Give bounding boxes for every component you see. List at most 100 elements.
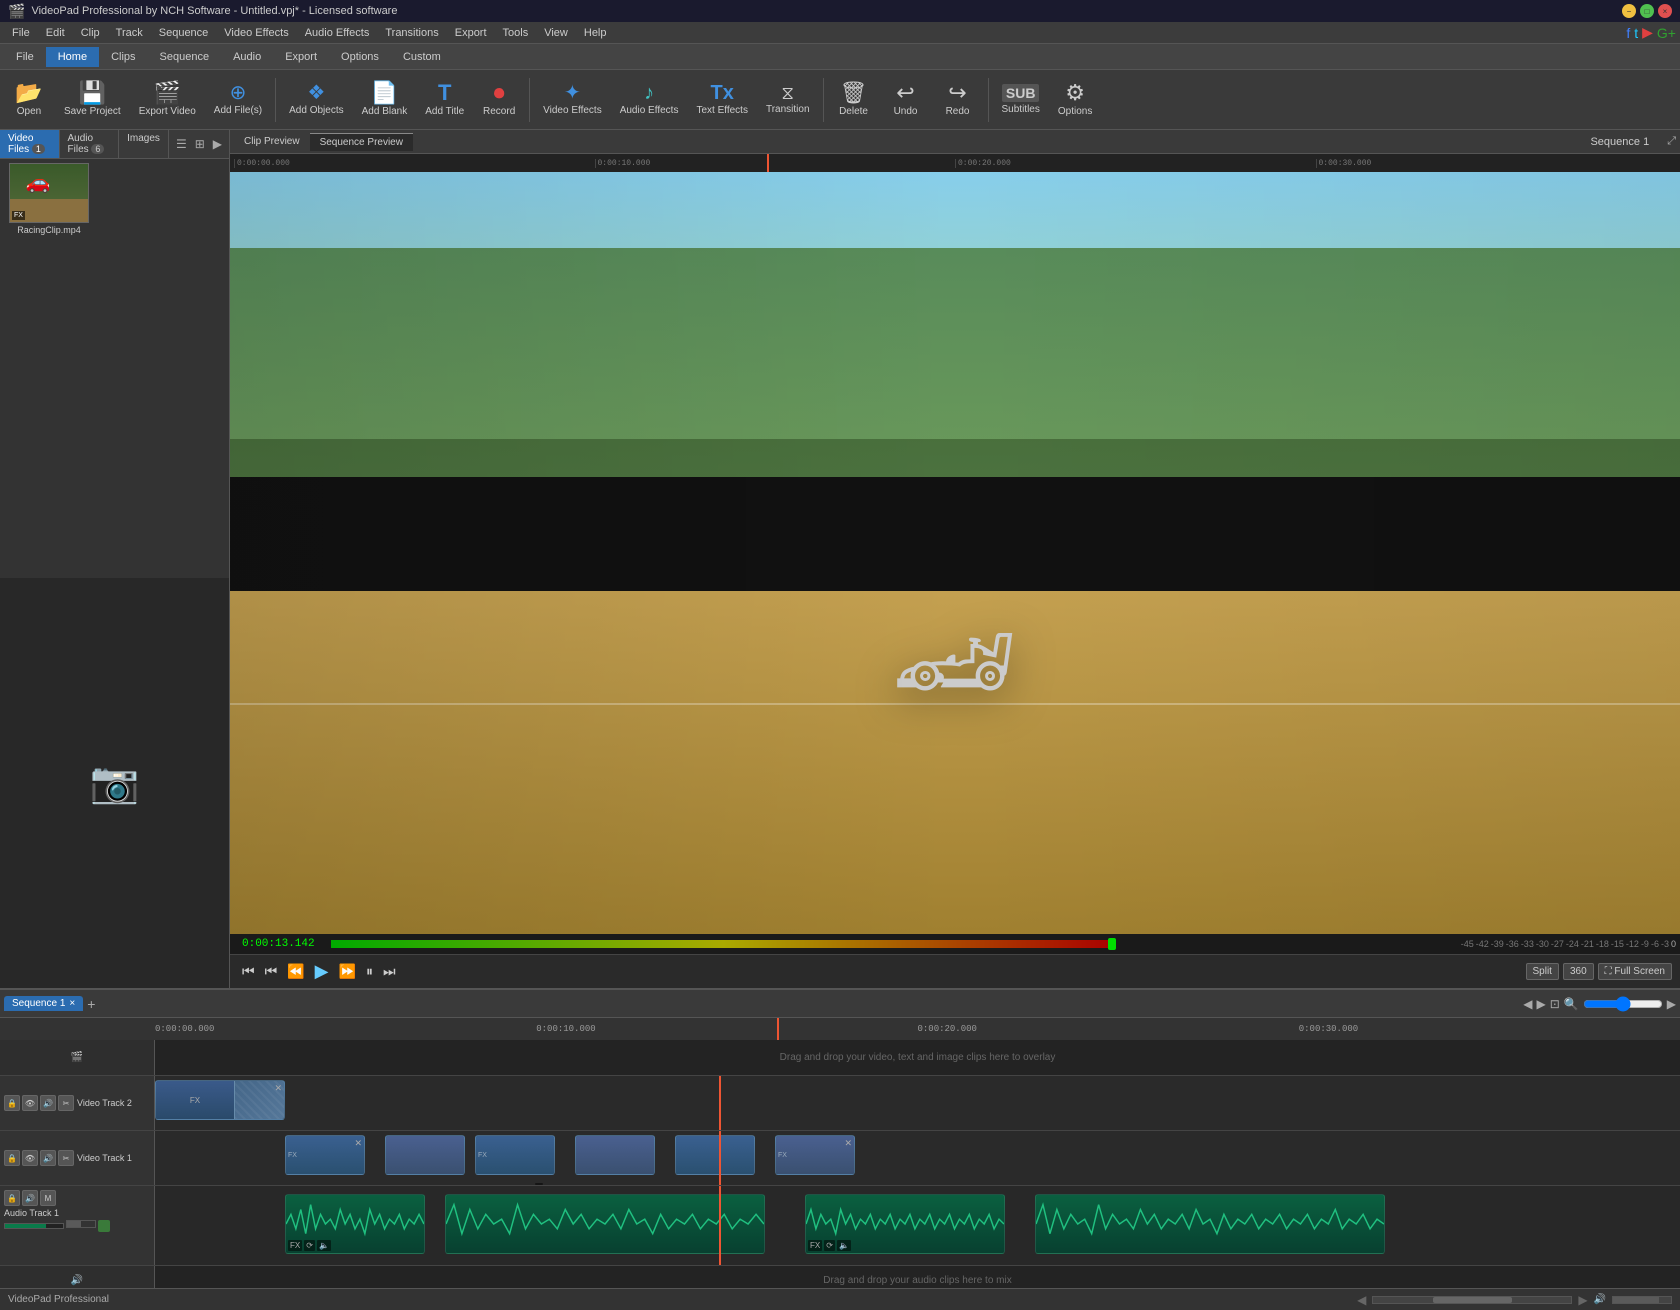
media-tab-images[interactable]: Images	[119, 130, 169, 158]
close-button[interactable]: ×	[1658, 4, 1672, 18]
video-clip-vt1-5[interactable]	[675, 1135, 755, 1175]
timeline-scroll-right[interactable]: ▶	[1667, 997, 1676, 1011]
minimize-button[interactable]: −	[1622, 4, 1636, 18]
media-tab-audio[interactable]: Audio Files 6	[60, 130, 120, 158]
menu-view[interactable]: View	[536, 25, 576, 41]
menu-audio-effects[interactable]: Audio Effects	[297, 25, 378, 41]
menu-edit[interactable]: Edit	[38, 25, 73, 41]
track-2-btn-2[interactable]: 👁	[22, 1095, 38, 1111]
nav-tab-file[interactable]: File	[4, 47, 46, 67]
track-2-btn-4[interactable]: ✂	[58, 1095, 74, 1111]
media-view-icon-2[interactable]: ⊞	[192, 136, 208, 152]
nav-tab-custom[interactable]: Custom	[391, 47, 453, 67]
overlay-drop-zone[interactable]: Drag and drop your video, text and image…	[155, 1040, 1680, 1075]
menu-video-effects[interactable]: Video Effects	[216, 25, 296, 41]
audio-track-btn-1[interactable]: 🔒	[4, 1190, 20, 1206]
audio-track-btn-2[interactable]: 🔊	[22, 1190, 38, 1206]
transition-button[interactable]: ⧖ Transition	[758, 73, 818, 127]
status-scroll-right[interactable]: ▶	[1578, 1293, 1587, 1307]
undo-button[interactable]: ↩ Undo	[881, 73, 931, 127]
audio-track-1-content[interactable]: FX ⟳ 🔈 FX ⟳	[155, 1186, 1680, 1265]
maximize-button[interactable]: □	[1640, 4, 1654, 18]
sequence-tab[interactable]: Sequence 1 ×	[4, 996, 83, 1011]
fullscreen-button[interactable]: ⛶ Full Screen	[1598, 963, 1672, 980]
timeline-zoom-slider[interactable]	[1583, 996, 1663, 1012]
slow-back-button[interactable]: ⏪	[283, 961, 308, 982]
audio-clip-2[interactable]	[445, 1194, 765, 1254]
nav-tab-sequence[interactable]: Sequence	[148, 47, 222, 67]
video-preview[interactable]: 🏎	[230, 172, 1680, 934]
clip-close-icon-1[interactable]: ✕	[274, 1083, 282, 1094]
audio-effects-button[interactable]: ♪ Audio Effects	[612, 73, 687, 127]
sequence-preview-tab[interactable]: Sequence Preview	[310, 133, 413, 151]
step-forward-button[interactable]: ⏸	[362, 961, 377, 982]
video-clip-track2-1[interactable]: FX ✕	[155, 1080, 285, 1120]
video-clip-vt1-6[interactable]: FX ✕	[775, 1135, 855, 1175]
nav-tab-home[interactable]: Home	[46, 47, 99, 67]
audio-clip-3[interactable]: FX ⟳ 🔈	[805, 1194, 1005, 1254]
media-thumb-racing[interactable]: 🚗 FX	[9, 163, 89, 223]
menu-export[interactable]: Export	[447, 25, 495, 41]
menu-track[interactable]: Track	[108, 25, 151, 41]
video-clip-vt1-3[interactable]: FX	[475, 1135, 555, 1175]
sequence-tab-close[interactable]: ×	[69, 998, 75, 1009]
timeline-zoom-in[interactable]: 🔍	[1564, 997, 1579, 1011]
go-to-start-button[interactable]: ⏮	[238, 961, 259, 982]
slow-forward-button[interactable]: ⏩	[335, 961, 360, 982]
track-1-btn-1[interactable]: 🔒	[4, 1150, 20, 1166]
record-button[interactable]: ⏺ Record	[474, 73, 524, 127]
track-2-btn-3[interactable]: 🔊	[40, 1095, 56, 1111]
open-button[interactable]: 📂 Open	[4, 73, 54, 127]
audio-drop-zone[interactable]: Drag and drop your audio clips here to m…	[155, 1266, 1680, 1288]
split-button[interactable]: Split	[1526, 963, 1559, 980]
add-objects-button[interactable]: ❖ Add Objects	[281, 73, 351, 127]
media-item-racing[interactable]: 🚗 FX RacingClip.mp4	[4, 163, 94, 235]
add-title-button[interactable]: T Add Title	[417, 73, 472, 127]
timeline-ruler[interactable]: 0:00:00.000 0:00:10.000 0:00:20.000 0:00…	[0, 1018, 1680, 1040]
timeline-tool-right[interactable]: ▶	[1537, 997, 1546, 1011]
track-2-btn-1[interactable]: 🔒	[4, 1095, 20, 1111]
video-clip-vt1-2[interactable]	[385, 1135, 465, 1175]
options-button[interactable]: ⚙ Options	[1050, 73, 1100, 127]
play-button[interactable]: ▶	[311, 959, 333, 984]
menu-help[interactable]: Help	[576, 25, 615, 41]
status-scroll-bar[interactable]	[1372, 1296, 1572, 1304]
audio-volume-slider[interactable]	[4, 1223, 64, 1229]
clip-preview-tab[interactable]: Clip Preview	[234, 133, 310, 150]
nav-tab-export[interactable]: Export	[273, 47, 329, 67]
export-video-button[interactable]: 🎬 Export Video	[131, 73, 204, 127]
preview-expand-icon[interactable]: ⤢	[1667, 135, 1676, 148]
nav-tab-audio[interactable]: Audio	[221, 47, 273, 67]
nav-tab-options[interactable]: Options	[329, 47, 391, 67]
status-scroll-left[interactable]: ◀	[1357, 1293, 1366, 1307]
timeline-zoom-fit[interactable]: ⊡	[1550, 997, 1560, 1011]
media-forward-icon[interactable]: ▶	[210, 136, 225, 152]
add-sequence-button[interactable]: +	[87, 996, 95, 1012]
clip-close-vt1-1[interactable]: ✕	[354, 1138, 362, 1149]
menu-clip[interactable]: Clip	[73, 25, 108, 41]
menu-tools[interactable]: Tools	[495, 25, 537, 41]
nav-tab-clips[interactable]: Clips	[99, 47, 147, 67]
video-clip-vt1-4[interactable]	[575, 1135, 655, 1175]
360-button[interactable]: 360	[1563, 963, 1594, 980]
video-track-1-content[interactable]: FX ✕ FX	[155, 1131, 1680, 1185]
audio-clip-4[interactable]	[1035, 1194, 1385, 1254]
audio-balance-slider[interactable]	[66, 1220, 96, 1228]
add-blank-button[interactable]: 📄 Add Blank	[354, 73, 416, 127]
media-view-icon-1[interactable]: ☰	[173, 136, 190, 152]
timeline-tool-left[interactable]: ◀	[1523, 997, 1532, 1011]
add-files-button[interactable]: ⊕ Add File(s)	[206, 73, 270, 127]
media-tab-video[interactable]: Video Files 1	[0, 130, 60, 158]
menu-sequence[interactable]: Sequence	[151, 25, 217, 41]
audio-gain-indicator[interactable]	[98, 1220, 110, 1232]
video-track-2-content[interactable]: FX ✕	[155, 1076, 1680, 1130]
subtitles-button[interactable]: SUB Subtitles	[994, 73, 1048, 127]
menu-transitions[interactable]: Transitions	[377, 25, 446, 41]
go-to-end-button[interactable]: ⏭	[379, 961, 400, 982]
track-1-btn-3[interactable]: 🔊	[40, 1150, 56, 1166]
clip-close-vt1-6[interactable]: ✕	[844, 1138, 852, 1149]
audio-clip-1[interactable]: FX ⟳ 🔈	[285, 1194, 425, 1254]
save-project-button[interactable]: 💾 Save Project	[56, 73, 129, 127]
audio-track-btn-3[interactable]: M	[40, 1190, 56, 1206]
video-clip-vt1-1[interactable]: FX ✕	[285, 1135, 365, 1175]
